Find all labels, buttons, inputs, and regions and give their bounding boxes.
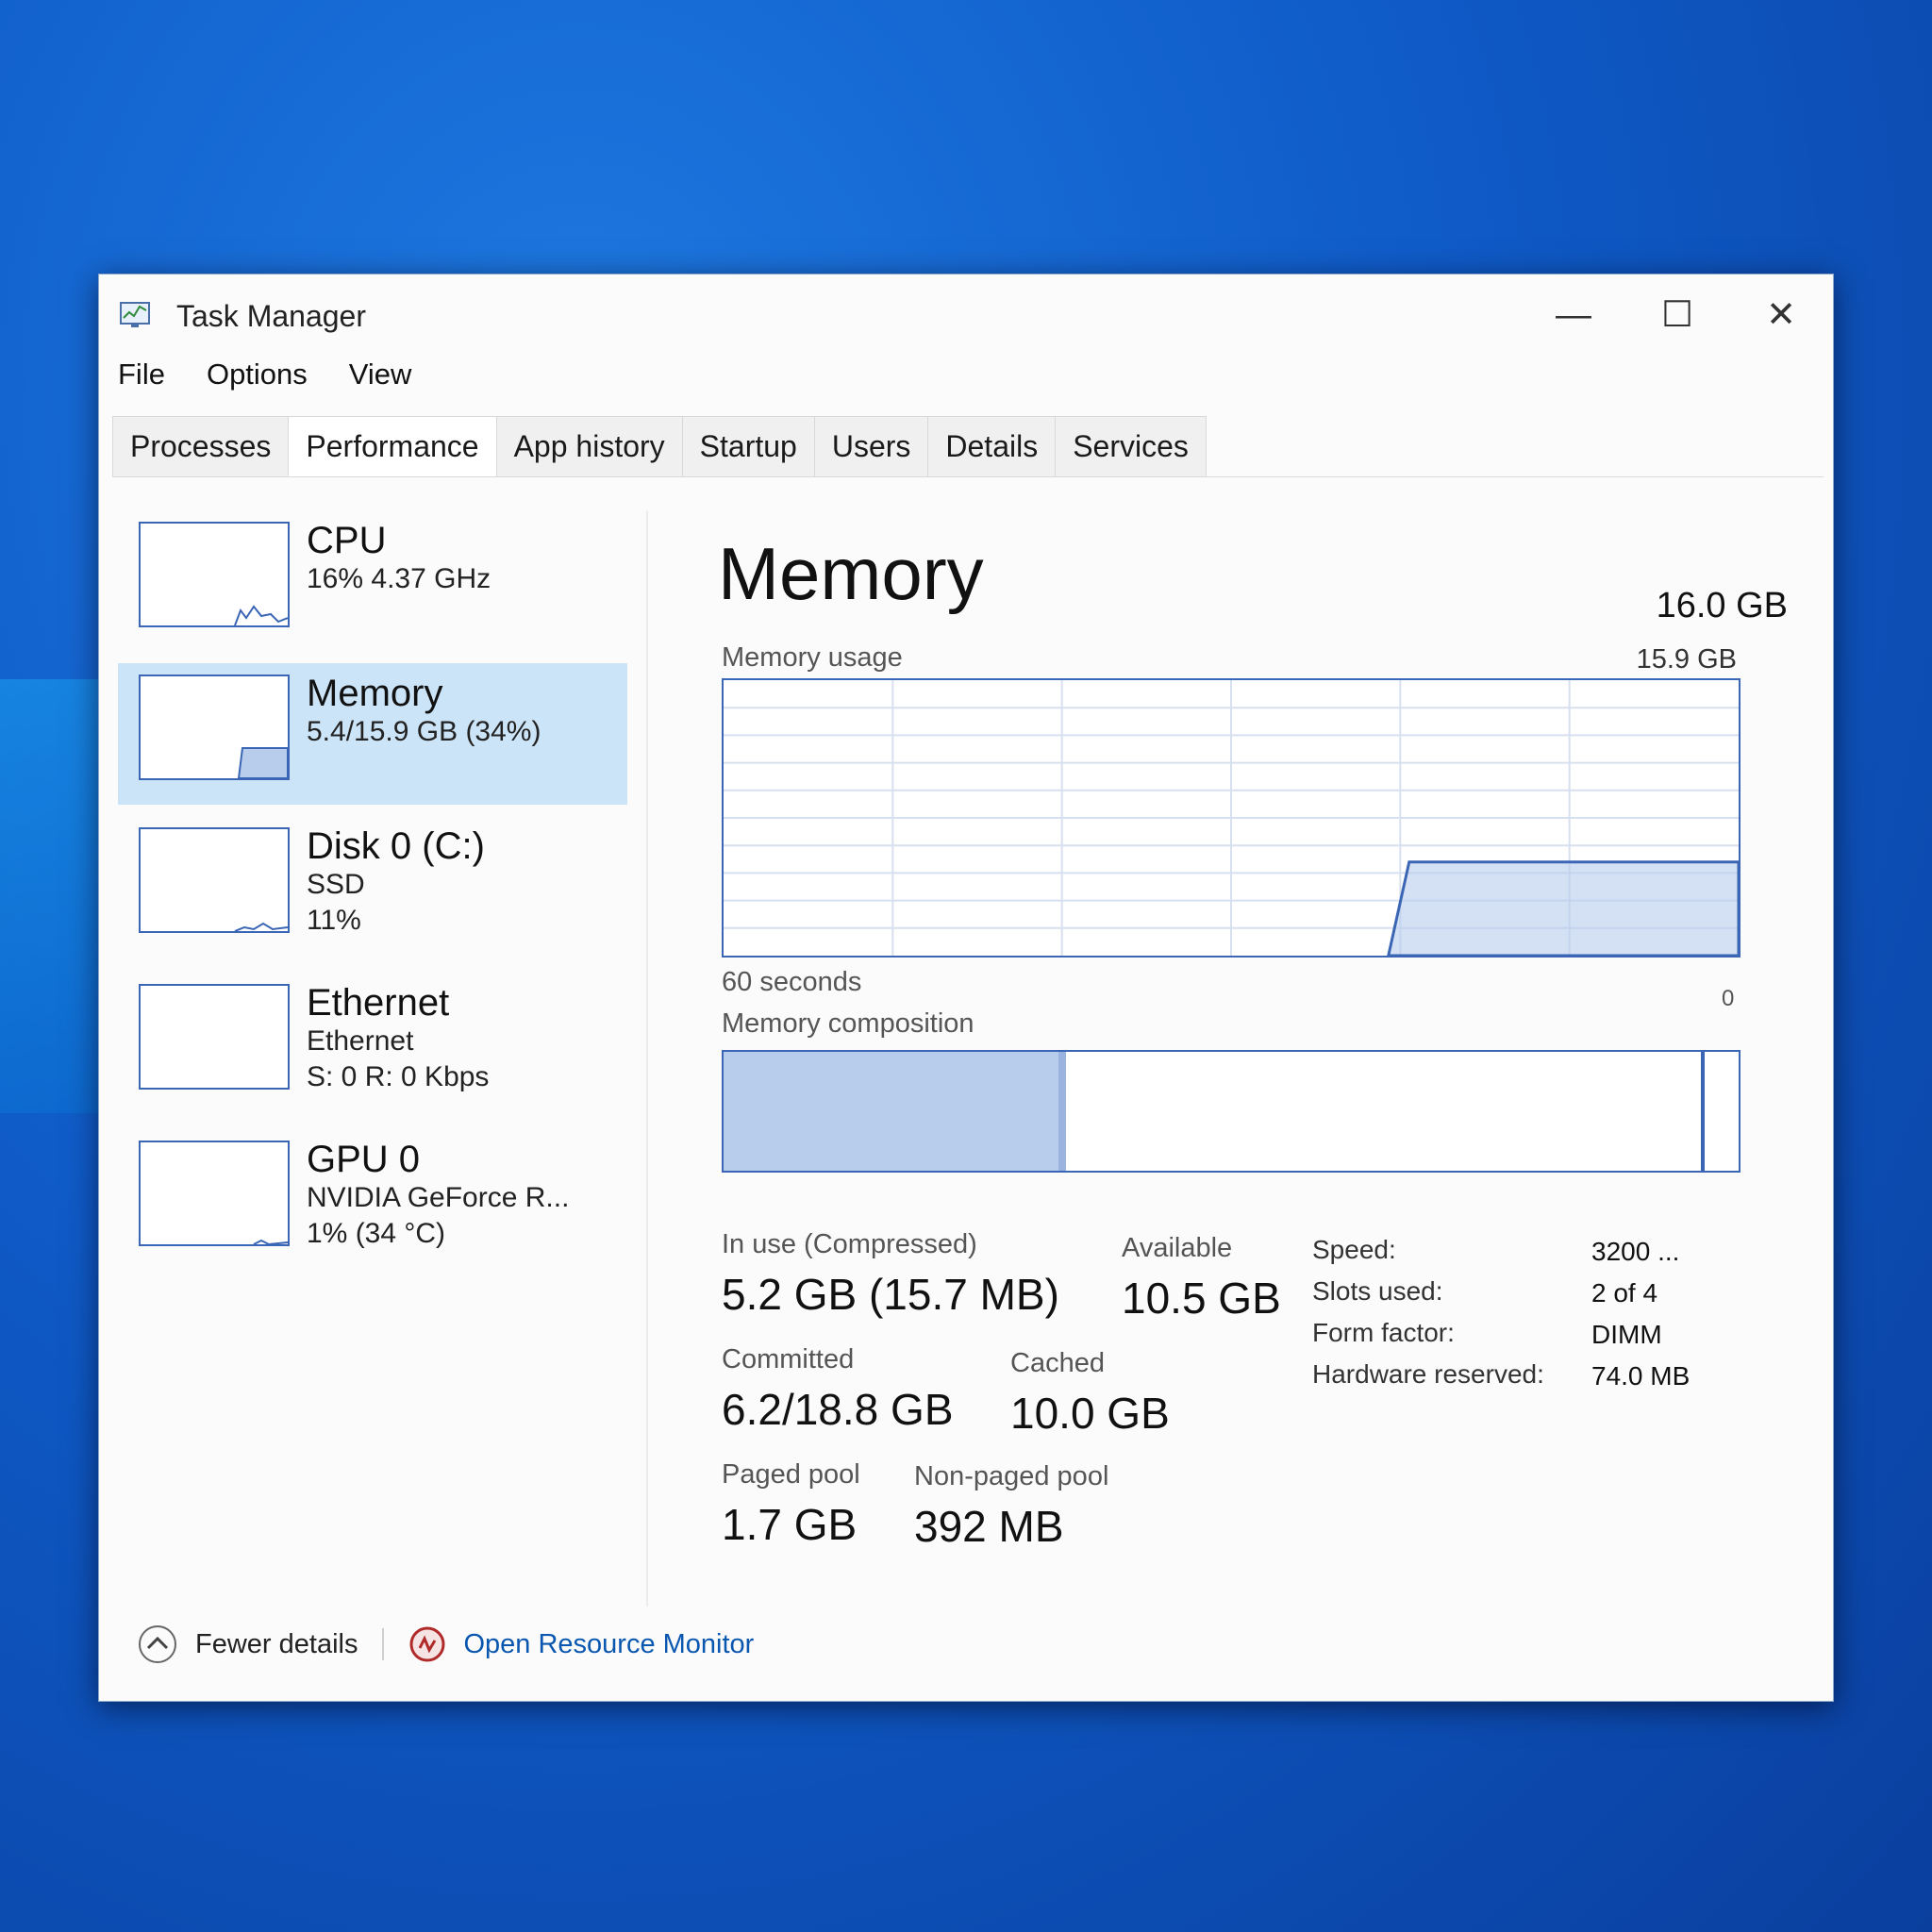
cpu-title: CPU bbox=[307, 520, 387, 561]
available-value: 10.5 GB bbox=[1122, 1274, 1281, 1323]
composition-free-edge bbox=[1701, 1052, 1705, 1171]
sidebar-item-disk[interactable]: Disk 0 (C:) SSD 11% bbox=[118, 816, 627, 958]
paged-pool-value: 1.7 GB bbox=[722, 1500, 858, 1549]
memory-usage-area bbox=[1387, 860, 1739, 956]
sidebar-item-cpu[interactable]: CPU 16% 4.37 GHz bbox=[118, 510, 627, 652]
minimize-button[interactable]: — bbox=[1522, 286, 1625, 344]
tab-strip: Processes Performance App history Startu… bbox=[112, 416, 1824, 477]
open-resource-monitor-link[interactable]: Open Resource Monitor bbox=[463, 1629, 754, 1660]
available-label: Available bbox=[1122, 1233, 1233, 1263]
title-bar[interactable]: Task Manager — ☐ ✕ bbox=[99, 275, 1833, 341]
disk-title: Disk 0 (C:) bbox=[307, 825, 485, 867]
disk-thumbnail-graph bbox=[139, 827, 290, 933]
chevron-up-icon[interactable] bbox=[137, 1624, 178, 1665]
memory-usage: 5.4/15.9 GB (34%) bbox=[307, 716, 541, 747]
composition-modified bbox=[1058, 1052, 1067, 1171]
form-factor-label: Form factor: bbox=[1312, 1318, 1455, 1347]
tab-users[interactable]: Users bbox=[813, 416, 929, 476]
memory-usage-max: 15.9 GB bbox=[1636, 644, 1737, 675]
menu-view[interactable]: View bbox=[345, 358, 416, 391]
tab-app-history[interactable]: App history bbox=[495, 416, 683, 476]
non-paged-pool-label: Non-paged pool bbox=[914, 1461, 1109, 1491]
ethernet-throughput: S: 0 R: 0 Kbps bbox=[307, 1061, 490, 1092]
in-use-value: 5.2 GB (15.7 MB) bbox=[722, 1270, 1059, 1319]
fewer-details-button[interactable]: Fewer details bbox=[195, 1629, 358, 1660]
tab-processes[interactable]: Processes bbox=[112, 416, 290, 476]
task-manager-icon bbox=[120, 302, 150, 327]
sidebar-item-ethernet[interactable]: Ethernet Ethernet S: 0 R: 0 Kbps bbox=[118, 973, 627, 1114]
committed-label: Committed bbox=[722, 1344, 855, 1374]
graph-time-label: 60 seconds bbox=[722, 967, 862, 997]
tab-services[interactable]: Services bbox=[1055, 416, 1207, 476]
ethernet-name: Ethernet bbox=[307, 1025, 414, 1057]
disk-type: SSD bbox=[307, 869, 365, 900]
form-factor-value: DIMM bbox=[1591, 1320, 1662, 1349]
tab-performance[interactable]: Performance bbox=[288, 416, 497, 476]
page-title: Memory bbox=[718, 532, 984, 615]
memory-usage-label: Memory usage bbox=[722, 642, 903, 673]
hardware-reserved-label: Hardware reserved: bbox=[1312, 1359, 1544, 1389]
slots-label: Slots used: bbox=[1312, 1276, 1443, 1306]
memory-composition-bar bbox=[722, 1050, 1740, 1173]
ethernet-thumbnail-graph bbox=[139, 984, 290, 1090]
close-button[interactable]: ✕ bbox=[1729, 286, 1833, 344]
footer-bar: Fewer details Open Resource Monitor bbox=[137, 1622, 754, 1667]
tab-details[interactable]: Details bbox=[927, 416, 1057, 476]
memory-thumbnail-graph bbox=[139, 675, 290, 780]
resource-monitor-icon bbox=[409, 1626, 445, 1662]
sidebar-item-memory[interactable]: Memory 5.4/15.9 GB (34%) bbox=[118, 663, 627, 805]
cpu-usage: 16% 4.37 GHz bbox=[307, 563, 491, 594]
cached-value: 10.0 GB bbox=[1010, 1389, 1170, 1438]
non-paged-pool-value: 392 MB bbox=[914, 1502, 1064, 1551]
slots-value: 2 of 4 bbox=[1591, 1278, 1658, 1307]
tab-startup[interactable]: Startup bbox=[681, 416, 815, 476]
composition-in-use bbox=[724, 1052, 1059, 1171]
graph-zero-label: 0 bbox=[1722, 986, 1735, 1011]
gpu-title: GPU 0 bbox=[307, 1139, 421, 1180]
task-manager-window: Task Manager — ☐ ✕ File Options View Pro… bbox=[98, 274, 1834, 1702]
gpu-name: NVIDIA GeForce R... bbox=[307, 1182, 570, 1213]
paged-pool-label: Paged pool bbox=[722, 1459, 860, 1490]
cached-label: Cached bbox=[1010, 1348, 1105, 1378]
memory-composition-label: Memory composition bbox=[722, 1008, 974, 1039]
in-use-label: In use (Compressed) bbox=[722, 1229, 977, 1259]
speed-label: Speed: bbox=[1312, 1235, 1396, 1264]
cpu-thumbnail-graph bbox=[139, 522, 290, 627]
maximize-button[interactable]: ☐ bbox=[1625, 286, 1729, 344]
memory-title: Memory bbox=[307, 673, 443, 714]
memory-usage-graph bbox=[722, 678, 1740, 958]
speed-value: 3200 ... bbox=[1591, 1237, 1680, 1266]
window-title: Task Manager bbox=[176, 299, 366, 333]
menu-file[interactable]: File bbox=[114, 358, 169, 391]
ethernet-title: Ethernet bbox=[307, 982, 450, 1024]
disk-usage: 11% bbox=[307, 905, 361, 936]
committed-value: 6.2/18.8 GB bbox=[722, 1385, 954, 1434]
menu-options[interactable]: Options bbox=[203, 358, 311, 391]
sidebar-item-gpu[interactable]: GPU 0 NVIDIA GeForce R... 1% (34 °C) bbox=[118, 1129, 627, 1271]
memory-total: 16.0 GB bbox=[1656, 586, 1788, 625]
footer-separator bbox=[382, 1628, 385, 1660]
gpu-thumbnail-graph bbox=[139, 1141, 290, 1246]
gpu-usage: 1% (34 °C) bbox=[307, 1218, 446, 1249]
hardware-reserved-value: 74.0 MB bbox=[1591, 1361, 1690, 1391]
menu-bar: File Options View bbox=[114, 358, 415, 391]
performance-sidebar: CPU 16% 4.37 GHz Memory 5.4/15.9 GB (34%… bbox=[118, 510, 648, 1607]
